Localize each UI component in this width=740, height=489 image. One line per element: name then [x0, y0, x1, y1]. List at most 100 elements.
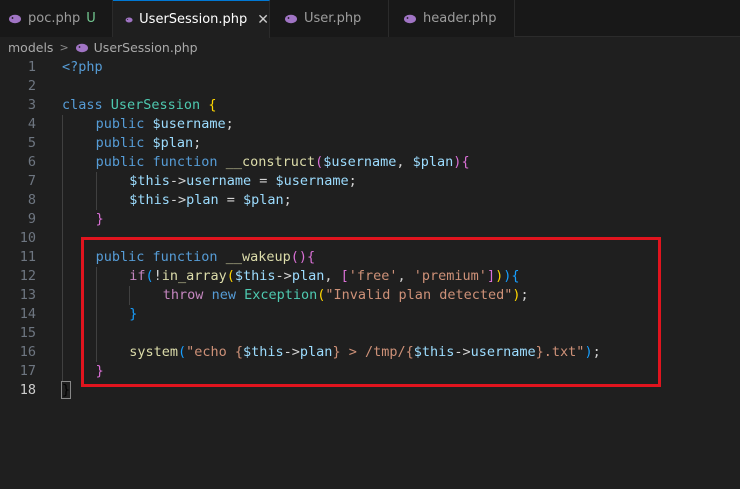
- indent-guide: [95, 172, 97, 191]
- code-line[interactable]: 5 public $plan;: [0, 134, 740, 153]
- code-token: (: [290, 249, 299, 265]
- code-token: username: [186, 173, 252, 189]
- code-token: ->: [454, 344, 471, 360]
- code-token: ,: [396, 154, 413, 170]
- code-token: {: [208, 97, 217, 113]
- code-token: in_array: [161, 268, 227, 284]
- code-line[interactable]: 15: [0, 324, 740, 343]
- code-line[interactable]: 3 class UserSession {: [0, 96, 740, 115]
- code-line[interactable]: 11 public function __wakeup(){: [0, 248, 740, 267]
- code-token: ): [495, 268, 504, 284]
- code-line[interactable]: 7 $this->username = $username;: [0, 172, 740, 191]
- code-token: function: [152, 154, 218, 170]
- breadcrumb-folder[interactable]: models: [8, 40, 53, 55]
- line-number: 12: [19, 268, 36, 284]
- code-token: }: [95, 363, 104, 379]
- tab-usersession-php[interactable]: UserSession.php ✕: [113, 0, 270, 38]
- code-text: <?php: [62, 58, 103, 77]
- breadcrumb: models > UserSession.php: [0, 37, 740, 58]
- code-line[interactable]: 6 public function __construct($username, …: [0, 153, 740, 172]
- indent-guide: [62, 191, 63, 210]
- code-line[interactable]: 4 public $username;: [0, 115, 740, 134]
- code-text: class UserSession {: [62, 96, 216, 115]
- code-editor[interactable]: 1 <?php 2 3 class UserSession {4 public $user…: [0, 58, 740, 489]
- code-token: $plan: [243, 192, 284, 208]
- code-token: }.txt": [535, 344, 585, 360]
- code-token: ->: [169, 173, 187, 189]
- code-token: (: [145, 268, 154, 284]
- code-line[interactable]: 18}: [0, 381, 740, 400]
- code-token: class: [62, 97, 103, 113]
- code-line[interactable]: 14}: [0, 305, 740, 324]
- code-line[interactable]: 12 if(!in_array($this->plan, ['free', 'pr…: [0, 267, 740, 286]
- code-text: if(!in_array($this->plan, ['free', 'prem…: [129, 267, 519, 286]
- code-line[interactable]: 1 <?php: [0, 58, 740, 77]
- code-text: public function __construct($username, $…: [96, 153, 470, 172]
- code-token: new: [211, 287, 236, 303]
- close-icon[interactable]: ✕: [257, 12, 269, 28]
- code-token: plan: [299, 344, 333, 360]
- code-line[interactable]: 9}: [0, 210, 740, 229]
- code-token: $username: [275, 173, 349, 189]
- code-token: __wakeup: [225, 249, 291, 265]
- breadcrumb-file[interactable]: UserSession.php: [94, 40, 198, 55]
- code-token: (: [315, 154, 324, 170]
- code-line[interactable]: 13 throw new Exception("Invalid plan dete…: [0, 286, 740, 305]
- line-number: 10: [19, 230, 36, 246]
- tab-bar: poc.php U UserSession.php ✕ User.php hea…: [0, 0, 740, 38]
- code-token: "Invalid plan detected": [325, 287, 513, 303]
- code-line[interactable]: 17}: [0, 362, 740, 381]
- code-token: $this: [234, 268, 276, 284]
- code-token: UserSession: [110, 97, 201, 113]
- line-number: 9: [27, 211, 36, 227]
- line-number: 7: [27, 173, 36, 189]
- line-number: 14: [19, 306, 36, 322]
- indent-guide: [62, 115, 63, 134]
- indent-guide: [95, 343, 97, 362]
- code-token: $this: [413, 344, 455, 360]
- code-token: ;: [283, 192, 292, 208]
- code-token: ;: [592, 344, 601, 360]
- code-text: }: [96, 210, 104, 229]
- line-number: 3: [27, 97, 36, 113]
- tab-poc-php[interactable]: poc.php U: [0, 0, 113, 37]
- tab-header-php[interactable]: header.php: [389, 0, 515, 37]
- tab-user-php[interactable]: User.php: [270, 0, 389, 37]
- indent-guide: [62, 172, 63, 191]
- code-line[interactable]: 16 system("echo {$this->plan} > /tmp/{$th…: [0, 343, 740, 362]
- line-number: 4: [27, 116, 36, 132]
- code-token: }: [60, 381, 72, 399]
- code-line[interactable]: 8 $this->plan = $plan;: [0, 191, 740, 210]
- code-token: username: [470, 344, 536, 360]
- indent-guide: [62, 286, 63, 305]
- code-token: $this: [129, 192, 170, 208]
- code-text: public $plan;: [96, 134, 202, 153]
- code-token: public: [95, 249, 145, 265]
- code-token: {: [511, 268, 520, 284]
- line-number: 11: [19, 249, 36, 265]
- code-line[interactable]: 2: [0, 77, 740, 96]
- code-text: system("echo {$this->plan} > /tmp/{$this…: [129, 343, 601, 362]
- indent-guide: [62, 305, 63, 324]
- php-elephant-icon: [125, 17, 133, 22]
- indent-guide: [62, 229, 63, 248]
- code-text: throw new Exception("Invalid plan detect…: [163, 286, 529, 305]
- code-token: }: [129, 306, 138, 322]
- code-token: ;: [520, 287, 529, 303]
- code-token: ]: [486, 268, 496, 284]
- code-text: public function __wakeup(){: [96, 248, 316, 267]
- code-token: ): [584, 344, 593, 360]
- code-token: $this: [129, 173, 170, 189]
- indent-guide: [62, 267, 63, 286]
- indent-guide: [62, 324, 63, 343]
- code-token: =: [218, 192, 243, 208]
- code-line[interactable]: 10: [0, 229, 740, 248]
- code-token: if: [129, 268, 146, 284]
- code-token: public: [95, 135, 145, 151]
- code-token: !: [153, 268, 162, 284]
- code-token: {: [461, 154, 470, 170]
- tab-label: header.php: [423, 11, 497, 26]
